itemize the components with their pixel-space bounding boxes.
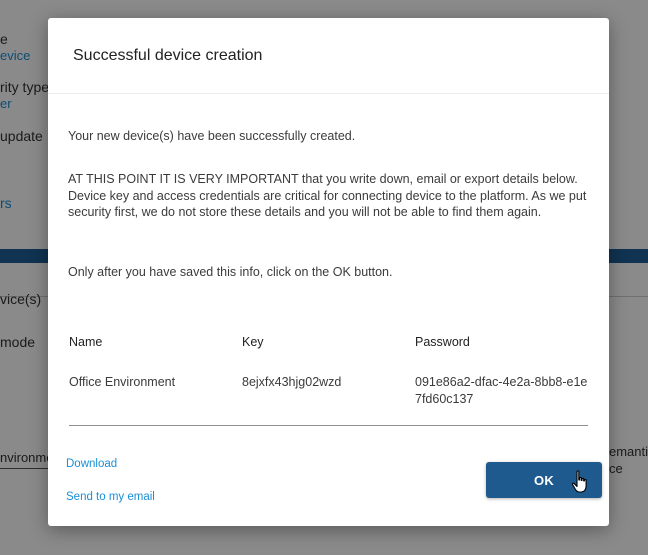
- instruction-text: Only after you have saved this info, cli…: [68, 265, 393, 279]
- intro-text: Your new device(s) have been successfull…: [68, 129, 356, 143]
- hand-pointer-icon: [571, 470, 587, 493]
- dialog-header: Successful device creation: [48, 18, 609, 94]
- download-link[interactable]: Download: [66, 458, 117, 470]
- warning-text: AT THIS POINT IT IS VERY IMPORTANT that …: [68, 172, 587, 220]
- device-name-cell: Office Environment: [69, 375, 176, 389]
- device-key-cell: 8ejxfx43hjg02wzd: [242, 375, 342, 389]
- table-header-password: Password: [415, 335, 470, 349]
- device-password-cell: 091e86a2-dfac-4e2a-8bb8-e1e7fd60c137: [415, 375, 588, 406]
- device-creation-dialog: Successful device creation Your new devi…: [48, 18, 609, 526]
- dialog-title: Successful device creation: [73, 47, 263, 64]
- send-email-link[interactable]: Send to my email: [66, 491, 155, 503]
- table-header-name: Name: [69, 335, 103, 349]
- table-divider: [69, 425, 588, 426]
- table-header-key: Key: [242, 335, 264, 349]
